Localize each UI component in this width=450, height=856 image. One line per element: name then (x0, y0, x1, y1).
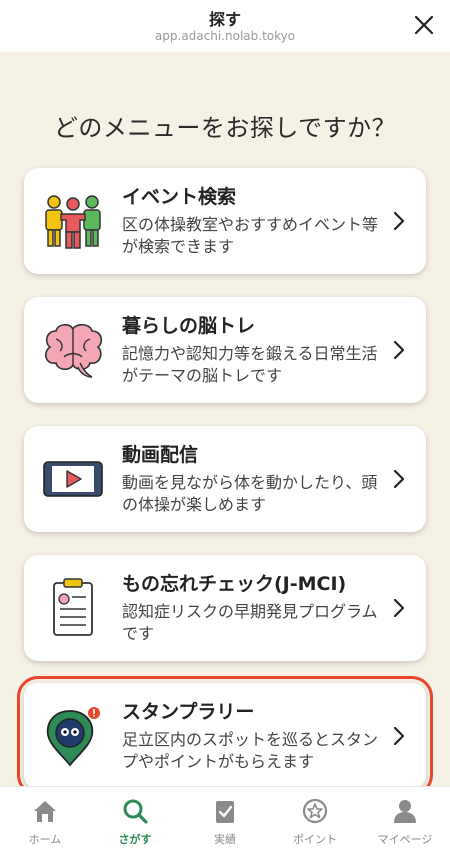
page-title: 探す (208, 10, 241, 29)
nav-points[interactable]: ポイント (270, 787, 360, 856)
card-title: 動画配信 (122, 444, 199, 466)
nav-label: 実績 (214, 833, 236, 846)
card-title: もの忘れチェック(J-MCI) (122, 573, 347, 595)
card-description: 認知症リスクの早期発見プログラムです (122, 602, 378, 643)
nav-label: ホーム (28, 833, 62, 846)
chevron-right-icon (393, 469, 405, 489)
card-title: 暮らしの脳トレ (122, 315, 256, 337)
nav-records[interactable]: 実績 (180, 787, 270, 856)
brain-training-card[interactable]: 暮らしの脳トレ 記憶力や認知力等を鍛える日常生活がテーマの脳トレです (24, 297, 426, 403)
video-play-icon (43, 461, 103, 497)
clipboard-icon (53, 578, 93, 636)
chevron-right-icon (393, 726, 405, 746)
nav-search[interactable]: さがす (90, 787, 180, 856)
nav-mypage[interactable]: マイページ (360, 787, 450, 856)
nav-home[interactable]: ホーム (0, 787, 90, 856)
bottom-nav: ホーム さがす 実績 ポイント マイページ (0, 786, 450, 856)
record-icon (216, 801, 234, 823)
chevron-right-icon (393, 340, 405, 360)
chevron-right-icon (393, 598, 405, 618)
nav-label: マイページ (377, 833, 433, 846)
page-url: app.adachi.nolab.tokyo (154, 29, 296, 43)
card-description: 記憶力や認知力等を鍛える日常生活がテーマの脳トレです (122, 344, 378, 385)
card-description: 区の体操教室やおすすめイベント等が検索できます (122, 215, 379, 256)
top-bar: 探す app.adachi.nolab.tokyo (0, 0, 450, 52)
home-icon (34, 801, 56, 822)
chevron-right-icon (393, 211, 405, 231)
people-icon (45, 195, 101, 249)
card-description: 動画を見ながら体を動かしたり、頭の体操が楽しめます (122, 473, 378, 514)
user-icon (394, 800, 416, 823)
search-icon (123, 799, 148, 824)
point-star-icon (302, 798, 328, 824)
map-pin-mascot-icon (46, 707, 100, 767)
nav-label: ポイント (293, 833, 337, 846)
close-icon[interactable] (412, 13, 436, 37)
stamp-rally-card[interactable]: スタンプラリー 足立区内のスポットを巡るとスタンプやポイントがもらえます (17, 676, 433, 796)
card-title: イベント検索 (122, 186, 237, 208)
memory-check-card[interactable]: もの忘れチェック(J-MCI) 認知症リスクの早期発見プログラムです (24, 555, 426, 661)
video-streaming-card[interactable]: 動画配信 動画を見ながら体を動かしたり、頭の体操が楽しめます (24, 426, 426, 532)
menu-heading: どのメニューをお探しですか？ (53, 114, 397, 142)
card-description: 足立区内のスポットを巡るとスタンプやポイントがもらえます (122, 730, 379, 771)
event-search-card[interactable]: イベント検索 区の体操教室やおすすめイベント等が検索できます (24, 168, 426, 274)
card-title: スタンプラリー (122, 701, 255, 723)
nav-label: さがす (118, 833, 152, 846)
brain-icon (44, 323, 103, 378)
